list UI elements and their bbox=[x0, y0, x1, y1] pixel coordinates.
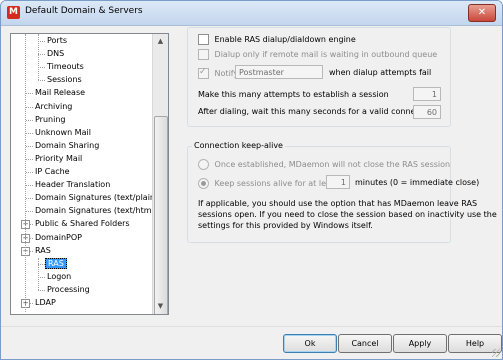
scroll-down-arrow-icon[interactable]: ▼ bbox=[153, 299, 168, 314]
tree-item[interactable]: RAS bbox=[33, 245, 53, 257]
tree-item[interactable]: Archiving bbox=[33, 101, 74, 113]
tree-item-label: Domain Signatures (text/html) bbox=[35, 206, 157, 216]
tree-item[interactable]: Processing bbox=[45, 284, 92, 296]
tree-connector bbox=[26, 119, 33, 121]
tree-vertical-scrollbar[interactable]: ▲ ▼ bbox=[152, 34, 168, 314]
tree-connector bbox=[38, 276, 45, 278]
apply-button[interactable]: Apply bbox=[393, 334, 447, 353]
keepalive-help-line-1: If applicable, you should use the option… bbox=[198, 199, 478, 208]
tree-item-label: DNS bbox=[47, 49, 65, 59]
tree-connector bbox=[26, 211, 33, 213]
tree-connector bbox=[26, 145, 33, 147]
tree-connector bbox=[38, 289, 45, 291]
tree-connector bbox=[26, 93, 33, 95]
tree-item[interactable]: Header Translation bbox=[33, 179, 112, 191]
keepalive-option-1-label: Once established, MDaemon will not close… bbox=[214, 160, 451, 169]
tree-connector bbox=[38, 80, 45, 82]
keepalive-help-line-2: sessions open. If you need to close the … bbox=[198, 210, 497, 219]
tree-connector bbox=[26, 132, 33, 134]
tree-item-label: Sessions bbox=[47, 75, 82, 85]
tree-connector bbox=[26, 158, 33, 160]
tree-item[interactable]: Domain Signatures (text/plain) bbox=[33, 192, 160, 204]
keepalive-option-1-radio[interactable] bbox=[198, 159, 209, 170]
tree-item[interactable]: LDAP bbox=[33, 297, 58, 309]
app-icon: M bbox=[7, 6, 20, 19]
tree-item[interactable]: DomainPOP bbox=[33, 232, 84, 244]
title-bar[interactable]: M Default Domain & Servers ✕ bbox=[1, 1, 502, 26]
keepalive-group-title: Connection keep-alive bbox=[192, 141, 285, 150]
tree-item-label: RAS bbox=[35, 245, 51, 255]
ras-options-group bbox=[187, 27, 451, 127]
tree-item[interactable]: Mail Release bbox=[33, 87, 87, 99]
tree-connector bbox=[26, 185, 33, 187]
close-button[interactable]: ✕ bbox=[468, 4, 496, 22]
radio-selected-dot bbox=[201, 181, 206, 186]
dialog-window: M Default Domain & Servers ✕ Ports DNS Tim… bbox=[0, 0, 503, 360]
tree-item-label: Mail Release bbox=[35, 88, 86, 98]
keepalive-option-2-row[interactable]: Keep sessions alive for at least bbox=[198, 178, 338, 189]
tree-guide-line bbox=[25, 34, 26, 312]
tree-connector bbox=[26, 172, 33, 173]
tree-item-label: Public & Shared Folders bbox=[35, 219, 130, 229]
tree-guide-line bbox=[38, 34, 39, 80]
tree-item[interactable]: Timeouts bbox=[45, 61, 86, 73]
tree-item[interactable]: Ports bbox=[45, 35, 69, 47]
tree-item[interactable]: Unknown Mail bbox=[33, 127, 93, 139]
tree-item-label: Processing bbox=[47, 284, 90, 294]
tree-item-label: Priority Mail bbox=[35, 153, 83, 163]
tree-item-label: Pruning bbox=[35, 114, 66, 124]
tree-item-label: Ports bbox=[47, 36, 68, 45]
tree-guide-line bbox=[38, 257, 39, 290]
tree-item-label: RAS bbox=[45, 257, 67, 269]
tree-item-label: Domain Sharing bbox=[35, 140, 100, 150]
tree-connector bbox=[38, 67, 45, 69]
tree-connector bbox=[38, 263, 45, 265]
tree-item[interactable]: Sessions bbox=[45, 74, 84, 86]
tree-item-label: Domain Signatures (text/plain) bbox=[35, 193, 159, 203]
keepalive-option-1-row[interactable]: Once established, MDaemon will not close… bbox=[198, 159, 450, 170]
resize-grip-icon[interactable] bbox=[492, 349, 500, 357]
ok-button[interactable]: Ok bbox=[283, 334, 337, 353]
tree-item[interactable]: Pruning bbox=[33, 114, 67, 126]
tree-item-label: LDAP bbox=[35, 298, 56, 307]
tree-connector bbox=[38, 54, 45, 56]
tree-item-label: Archiving bbox=[35, 101, 73, 111]
tree-item[interactable]: Logon bbox=[45, 271, 73, 283]
window-title: Default Domain & Servers bbox=[25, 6, 143, 16]
scroll-up-arrow-icon[interactable]: ▲ bbox=[153, 34, 168, 49]
tree-item[interactable]: RAS bbox=[45, 257, 67, 270]
tree-item[interactable]: Public & Shared Folders bbox=[33, 218, 132, 230]
tree-item[interactable]: Priority Mail bbox=[33, 153, 84, 165]
tree-item-label: Logon bbox=[47, 271, 72, 281]
tree-item-label: Unknown Mail bbox=[35, 127, 91, 137]
keepalive-minutes-suffix: minutes (0 = immediate close) bbox=[355, 178, 480, 187]
tree-item-label: Header Translation bbox=[35, 180, 111, 190]
tree-item[interactable]: IP Cache bbox=[33, 166, 72, 178]
scroll-thumb[interactable] bbox=[154, 116, 168, 314]
tree-item[interactable]: Domain Sharing bbox=[33, 140, 101, 152]
keepalive-help-line-3: settings for this provided by Windows it… bbox=[198, 221, 373, 230]
tree-item[interactable]: Domain Signatures (text/html) bbox=[33, 205, 159, 217]
tree-item-label: IP Cache bbox=[35, 167, 70, 176]
tree-connector bbox=[26, 106, 33, 108]
keepalive-option-2-label: Keep sessions alive for at least bbox=[214, 179, 339, 188]
keepalive-minutes-field[interactable]: 1 bbox=[326, 175, 350, 189]
tree-item-label: Timeouts bbox=[47, 62, 84, 72]
tree-item[interactable]: DNS bbox=[45, 48, 66, 60]
settings-tree[interactable]: Ports DNS Timeouts Sessions Mail Release Arch… bbox=[10, 33, 169, 315]
keepalive-option-2-radio[interactable] bbox=[198, 178, 209, 189]
cancel-button[interactable]: Cancel bbox=[338, 334, 392, 353]
tree-connector bbox=[26, 198, 33, 200]
tree-connector bbox=[38, 41, 45, 42]
tree-item-label: DomainPOP bbox=[35, 232, 82, 242]
